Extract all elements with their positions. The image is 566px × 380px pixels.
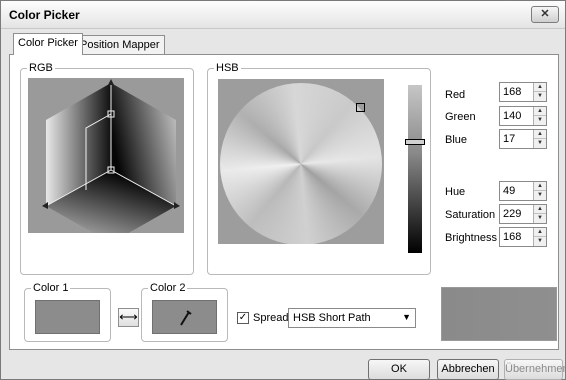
brightness-spin-arrows: ▲ ▼ xyxy=(533,228,546,246)
spread-checkbox[interactable]: ✓ xyxy=(237,312,249,324)
red-label: Red xyxy=(445,89,466,101)
blue-label: Blue xyxy=(445,134,468,146)
red-spinbox[interactable]: 168 ▲ ▼ xyxy=(499,82,547,102)
swap-arrows-icon: ⟷ xyxy=(119,309,138,324)
apply-button: Übernehmen xyxy=(504,359,566,380)
saturation-label: Saturation xyxy=(445,209,496,221)
color2-label: Color 2 xyxy=(148,282,188,294)
color-picker-window: Color Picker ✕ Color Picker Position Map… xyxy=(0,0,566,380)
rgb-group: RGB xyxy=(20,62,194,275)
rgb-cube-graphic xyxy=(42,79,180,233)
green-value: 140 xyxy=(503,110,522,122)
cancel-button[interactable]: Abbrechen xyxy=(437,359,499,380)
saturation-spin-arrows: ▲ ▼ xyxy=(533,205,546,223)
color1-label: Color 1 xyxy=(31,282,71,294)
color1-group: Color 1 xyxy=(24,282,111,342)
green-label: Green xyxy=(445,111,476,123)
saturation-spinbox[interactable]: 229 ▲ ▼ xyxy=(499,204,547,224)
spread-label: Spread xyxy=(253,312,289,324)
hue-down-arrow-icon[interactable]: ▼ xyxy=(534,191,546,200)
blue-up-arrow-icon[interactable]: ▲ xyxy=(534,130,546,139)
rgb-group-label: RGB xyxy=(27,62,55,74)
dropdown-arrow-icon: ▼ xyxy=(402,312,411,322)
hue-label: Hue xyxy=(445,186,466,198)
tab-color-picker[interactable]: Color Picker xyxy=(13,33,83,55)
color2-group: Color 2 xyxy=(141,282,228,342)
hsb-wheel-area[interactable] xyxy=(218,79,384,244)
saturation-down-arrow-icon[interactable]: ▼ xyxy=(534,214,546,223)
brightness-label: Brightness xyxy=(445,232,497,244)
red-spin-arrows: ▲ ▼ xyxy=(533,83,546,101)
green-spin-arrows: ▲ ▼ xyxy=(533,107,546,125)
gradient-preview xyxy=(441,287,557,341)
green-up-arrow-icon[interactable]: ▲ xyxy=(534,107,546,116)
window-title: Color Picker xyxy=(9,8,80,22)
brightness-spinbox[interactable]: 168 ▲ ▼ xyxy=(499,227,547,247)
eyedropper-icon xyxy=(180,310,192,326)
green-down-arrow-icon[interactable]: ▼ xyxy=(534,116,546,125)
green-spinbox[interactable]: 140 ▲ ▼ xyxy=(499,106,547,126)
red-value: 168 xyxy=(503,86,522,98)
color-picker-panel: RGB HSB Red 168 ▲ ▼ Green 140 ▲ ▼ Blue 1… xyxy=(9,54,559,350)
hue-up-arrow-icon[interactable]: ▲ xyxy=(534,182,546,191)
brightness-slider-thumb[interactable] xyxy=(405,139,425,145)
hue-spin-arrows: ▲ ▼ xyxy=(533,182,546,200)
close-button[interactable]: ✕ xyxy=(531,6,559,23)
brightness-value: 168 xyxy=(503,231,522,243)
rgb-cube-picker[interactable] xyxy=(28,78,184,233)
brightness-down-arrow-icon[interactable]: ▼ xyxy=(534,237,546,246)
blue-spin-arrows: ▲ ▼ xyxy=(533,130,546,148)
hue-value: 49 xyxy=(503,185,516,197)
brightness-up-arrow-icon[interactable]: ▲ xyxy=(534,228,546,237)
hue-spinbox[interactable]: 49 ▲ ▼ xyxy=(499,181,547,201)
brightness-slider-track[interactable] xyxy=(408,85,422,253)
saturation-up-arrow-icon[interactable]: ▲ xyxy=(534,205,546,214)
swap-colors-button[interactable]: ⟷ xyxy=(118,308,139,327)
hsb-wheel-marker[interactable] xyxy=(356,103,365,112)
blue-value: 17 xyxy=(503,133,516,145)
color2-swatch[interactable] xyxy=(152,300,217,334)
title-bar: Color Picker ✕ xyxy=(1,1,565,29)
ok-button[interactable]: OK xyxy=(368,359,430,380)
gradient-mode-dropdown[interactable]: HSB Short Path ▼ xyxy=(288,308,416,328)
blue-down-arrow-icon[interactable]: ▼ xyxy=(534,139,546,148)
red-up-arrow-icon[interactable]: ▲ xyxy=(534,83,546,92)
color1-swatch[interactable] xyxy=(35,300,100,334)
tab-position-mapper[interactable]: Position Mapper xyxy=(75,35,165,54)
gradient-mode-value: HSB Short Path xyxy=(293,312,371,324)
blue-spinbox[interactable]: 17 ▲ ▼ xyxy=(499,129,547,149)
red-down-arrow-icon[interactable]: ▼ xyxy=(534,92,546,101)
hsb-group: HSB xyxy=(207,62,431,275)
hsb-group-label: HSB xyxy=(214,62,241,74)
saturation-value: 229 xyxy=(503,208,522,220)
